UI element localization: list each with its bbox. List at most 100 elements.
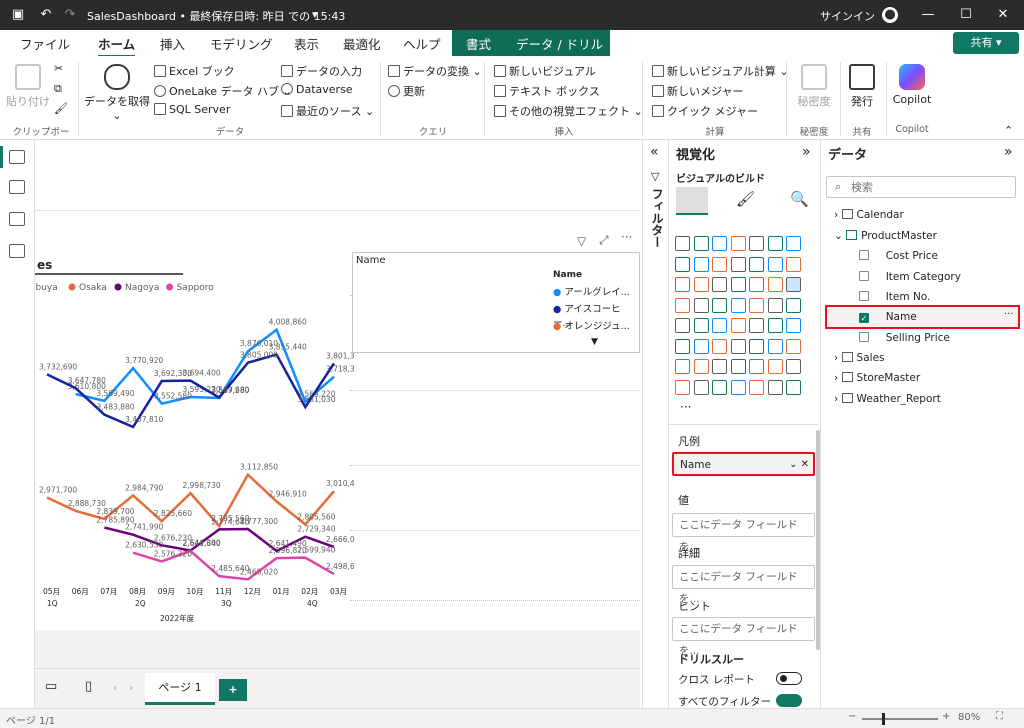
visual-type-icon[interactable] (786, 338, 801, 354)
visual-type-icon[interactable] (693, 297, 709, 313)
visual-type-icon[interactable] (767, 277, 783, 292)
maximize-icon[interactable]: ☐ (958, 7, 974, 23)
checkbox[interactable] (859, 332, 869, 342)
field-cost-price[interactable]: Cost Price (859, 250, 938, 262)
field-name[interactable]: ✓ Name (859, 311, 917, 323)
visual-type-icon[interactable] (712, 379, 727, 395)
dax-view-icon[interactable] (9, 244, 25, 258)
visual-type-icon[interactable] (786, 297, 801, 313)
share-button[interactable]: 共有 ▾ (953, 32, 1019, 54)
visual-type-icon[interactable] (730, 236, 746, 251)
visual-type-icon[interactable] (712, 277, 727, 292)
onelake-button[interactable]: OneLake データ ハブ ⌄ (154, 83, 292, 99)
close-icon[interactable]: ✕ (995, 7, 1011, 23)
collapse-viz-icon[interactable]: » (802, 144, 811, 160)
visual-type-icon[interactable] (767, 256, 783, 272)
visual-type-icon[interactable] (749, 256, 764, 272)
redo-icon[interactable]: ↷ (62, 7, 78, 23)
copilot-button[interactable]: Copilot (890, 64, 934, 106)
sql-server-button[interactable]: SQL Server (154, 103, 230, 116)
minimize-icon[interactable]: — (920, 7, 936, 23)
visual-type-icon[interactable] (712, 338, 727, 354)
table-calendar[interactable]: › Calendar (834, 209, 904, 221)
visual-type-icon[interactable] (730, 318, 746, 333)
visual-type-icon[interactable] (675, 277, 690, 292)
zoom-out-icon[interactable]: − (848, 711, 856, 722)
zoom-slider[interactable] (862, 713, 938, 725)
visual-type-icon[interactable] (675, 379, 690, 395)
visual-type-icon[interactable] (693, 338, 709, 354)
enter-data-button[interactable]: データの入力 (281, 63, 362, 79)
table-productmaster[interactable]: ⌄ ProductMaster (834, 230, 937, 242)
tab-data-drill[interactable]: データ / ドリル (516, 34, 603, 53)
title-dropdown-icon[interactable]: ▾ (312, 8, 318, 21)
table-sales[interactable]: › Sales (834, 352, 885, 364)
build-visual-tab[interactable] (676, 187, 708, 215)
visual-type-icon[interactable] (730, 297, 746, 313)
signin-link[interactable]: サインイン (820, 8, 875, 24)
more-visuals-button[interactable]: その他の視覚エフェクト ⌄ (494, 103, 643, 119)
field-more-icon[interactable]: ··· (1004, 309, 1014, 320)
visual-type-icon[interactable] (693, 277, 709, 292)
tab-file[interactable]: ファイル (20, 34, 70, 53)
visual-type-icon[interactable] (675, 318, 690, 333)
slicer-item[interactable]: ● オレンジジュ... (553, 318, 630, 332)
paste-button[interactable]: 貼り付け (6, 64, 50, 109)
focus-mode-icon[interactable]: ⤢ (599, 233, 609, 248)
slicer-item[interactable]: ● アールグレイ... (553, 284, 630, 298)
field-name-row[interactable] (825, 305, 1020, 329)
visual-type-icon[interactable] (749, 236, 764, 251)
collapse-data-icon[interactable]: » (1004, 144, 1013, 160)
visual-type-icon[interactable] (749, 318, 764, 333)
excel-button[interactable]: Excel ブック (154, 63, 235, 79)
desktop-layout-icon[interactable]: ▭ (45, 679, 57, 694)
fit-page-icon[interactable]: ⛶ (996, 711, 1003, 722)
sensitivity-button[interactable]: 秘密度 (792, 64, 836, 109)
checkbox[interactable] (859, 271, 869, 281)
visual-type-icon[interactable] (675, 236, 690, 251)
undo-icon[interactable]: ↶ (38, 7, 54, 23)
visual-type-icon[interactable] (712, 236, 727, 251)
visual-type-icon[interactable] (712, 297, 727, 313)
visual-type-icon[interactable] (786, 236, 801, 251)
visual-type-icon[interactable] (712, 318, 727, 333)
visual-type-icon[interactable] (749, 277, 764, 292)
field-item-category[interactable]: Item Category (859, 271, 961, 283)
new-visual-button[interactable]: 新しいビジュアル (494, 63, 596, 79)
scroll-down-icon[interactable]: ▼ (591, 337, 598, 347)
format-painter-icon[interactable]: 🖌 (54, 102, 68, 115)
dataverse-button[interactable]: Dataverse (281, 83, 353, 96)
next-page-icon[interactable]: › (129, 681, 133, 694)
zoom-in-icon[interactable]: + (942, 711, 950, 722)
visual-type-icon[interactable] (786, 256, 801, 272)
remove-field-icon[interactable]: ⌄ ✕ (789, 454, 809, 476)
tab-home[interactable]: ホーム (98, 34, 136, 58)
visual-type-icon[interactable] (693, 359, 709, 374)
model-view-icon[interactable] (9, 212, 25, 226)
visual-type-icon[interactable] (712, 359, 727, 374)
visual-type-icon[interactable] (693, 236, 709, 251)
visual-type-icon[interactable] (730, 256, 746, 272)
visual-type-icon[interactable] (675, 359, 690, 374)
visual-type-icon[interactable] (749, 297, 764, 313)
add-page-button[interactable]: + (219, 679, 247, 701)
visual-type-icon[interactable] (693, 318, 709, 333)
visual-type-icon[interactable] (767, 297, 783, 313)
tooltips-well[interactable]: ここにデータ フィールドを... (672, 617, 815, 657)
keep-filters-toggle[interactable] (776, 694, 802, 707)
new-measure-button[interactable]: 新しいメジャー (652, 83, 743, 99)
visual-type-icon[interactable] (693, 379, 709, 395)
visual-type-icon[interactable] (730, 277, 746, 292)
visual-type-icon[interactable] (749, 338, 764, 354)
visual-type-icon[interactable] (730, 338, 746, 354)
checkbox-checked[interactable]: ✓ (859, 313, 869, 323)
table-weather-report[interactable]: › Weather_Report (834, 393, 941, 405)
quick-measure-button[interactable]: クイック メジャー (652, 103, 758, 119)
cross-report-toggle[interactable] (776, 672, 802, 685)
field-item-no[interactable]: Item No. (859, 291, 930, 303)
legend-well[interactable]: Name ⌄ ✕ (672, 452, 815, 476)
data-search-input[interactable] (851, 179, 1001, 195)
copy-icon[interactable]: ⧉ (54, 82, 62, 96)
visual-type-icon[interactable] (767, 318, 783, 333)
expand-filters-icon[interactable]: « (650, 144, 659, 160)
